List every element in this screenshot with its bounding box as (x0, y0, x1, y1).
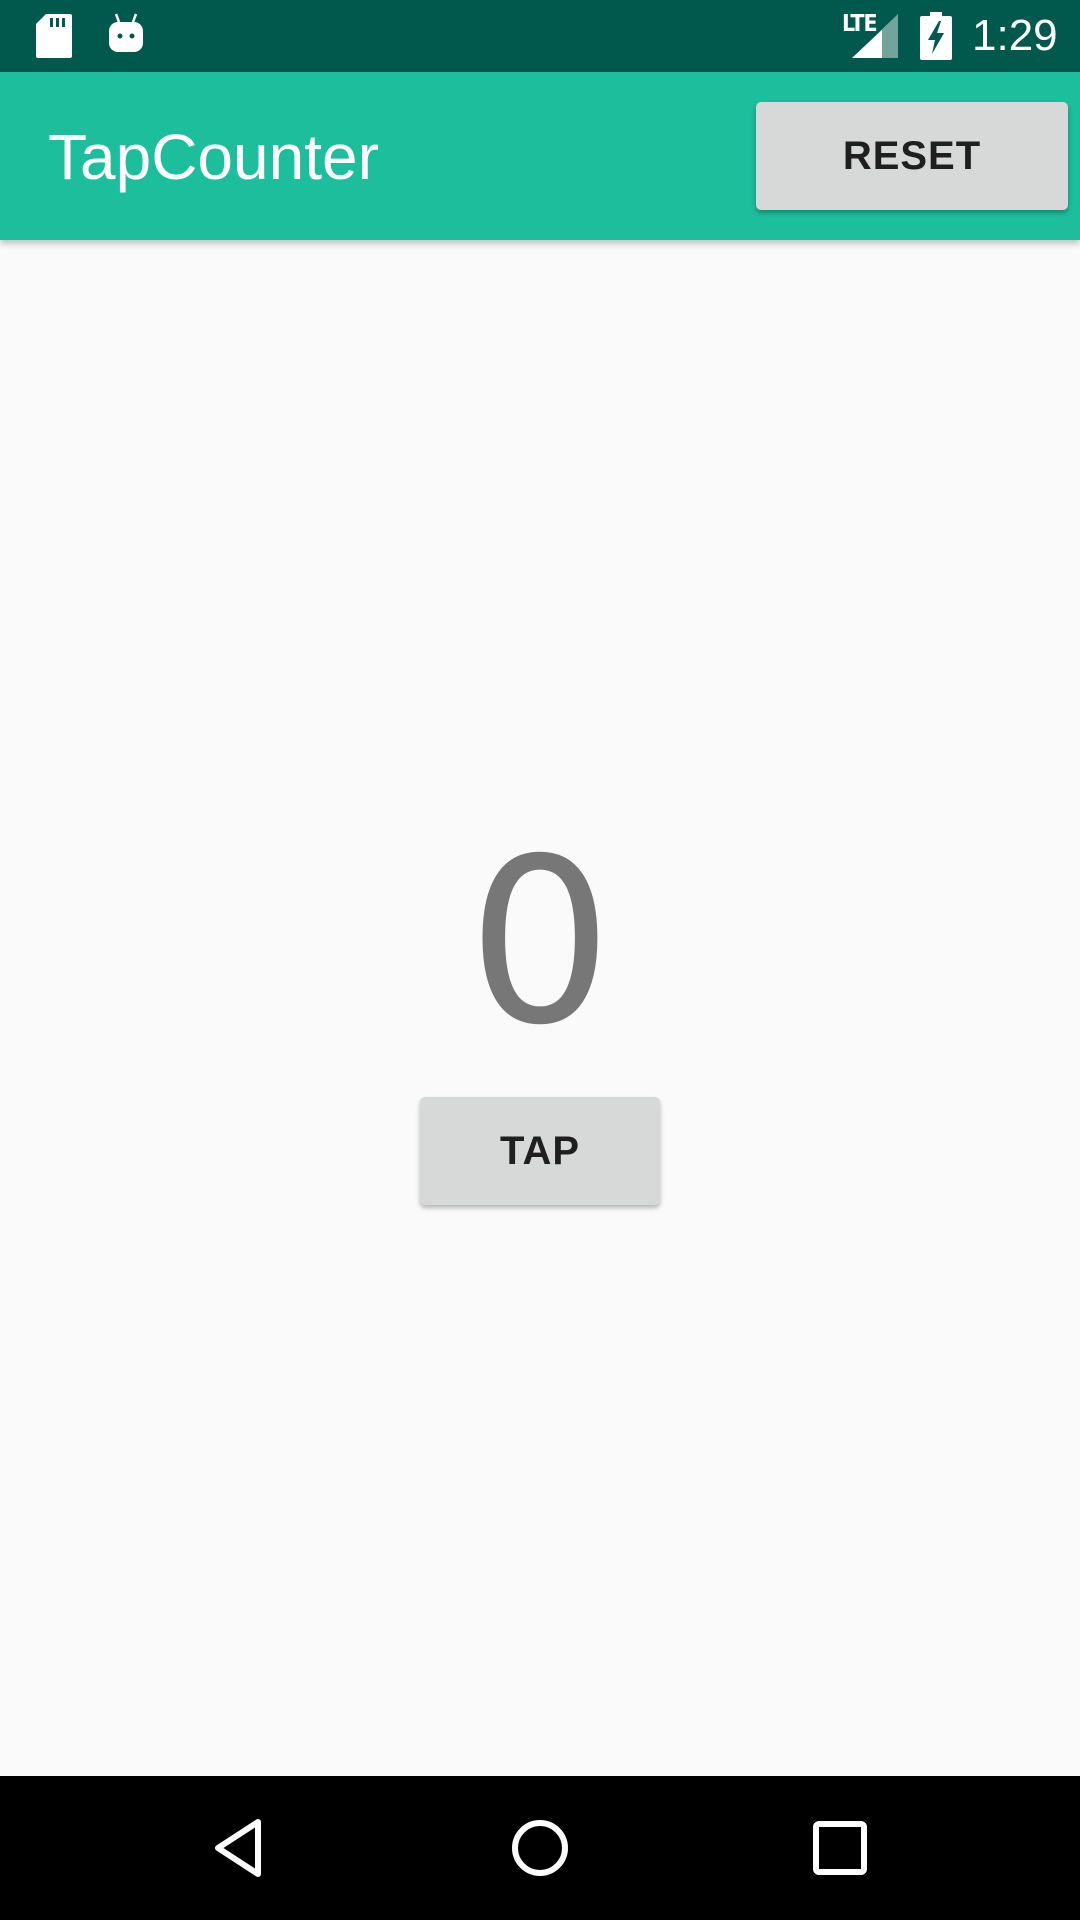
reset-button[interactable]: RESET (756, 102, 1068, 210)
main-content: 0 TAP (0, 240, 1080, 1776)
app-title: TapCounter (48, 121, 379, 193)
tap-button[interactable]: TAP (420, 1097, 660, 1205)
back-icon[interactable] (208, 1816, 272, 1880)
navigation-bar (0, 1776, 1080, 1920)
app-toolbar: TapCounter RESET (0, 72, 1080, 240)
status-bar: LTE 1:29 (0, 0, 1080, 72)
recents-icon[interactable] (808, 1816, 872, 1880)
android-icon (109, 13, 143, 52)
home-icon[interactable] (508, 1816, 572, 1880)
signal-icon (852, 14, 898, 58)
sd-card-icon (36, 14, 72, 58)
app-screen: LTE 1:29 TapCounter RESET 0 TAP (0, 0, 1080, 1920)
counter-display: 0 (467, 809, 613, 1075)
status-clock: 1:29 (972, 11, 1058, 60)
battery-charging-icon (920, 12, 952, 60)
